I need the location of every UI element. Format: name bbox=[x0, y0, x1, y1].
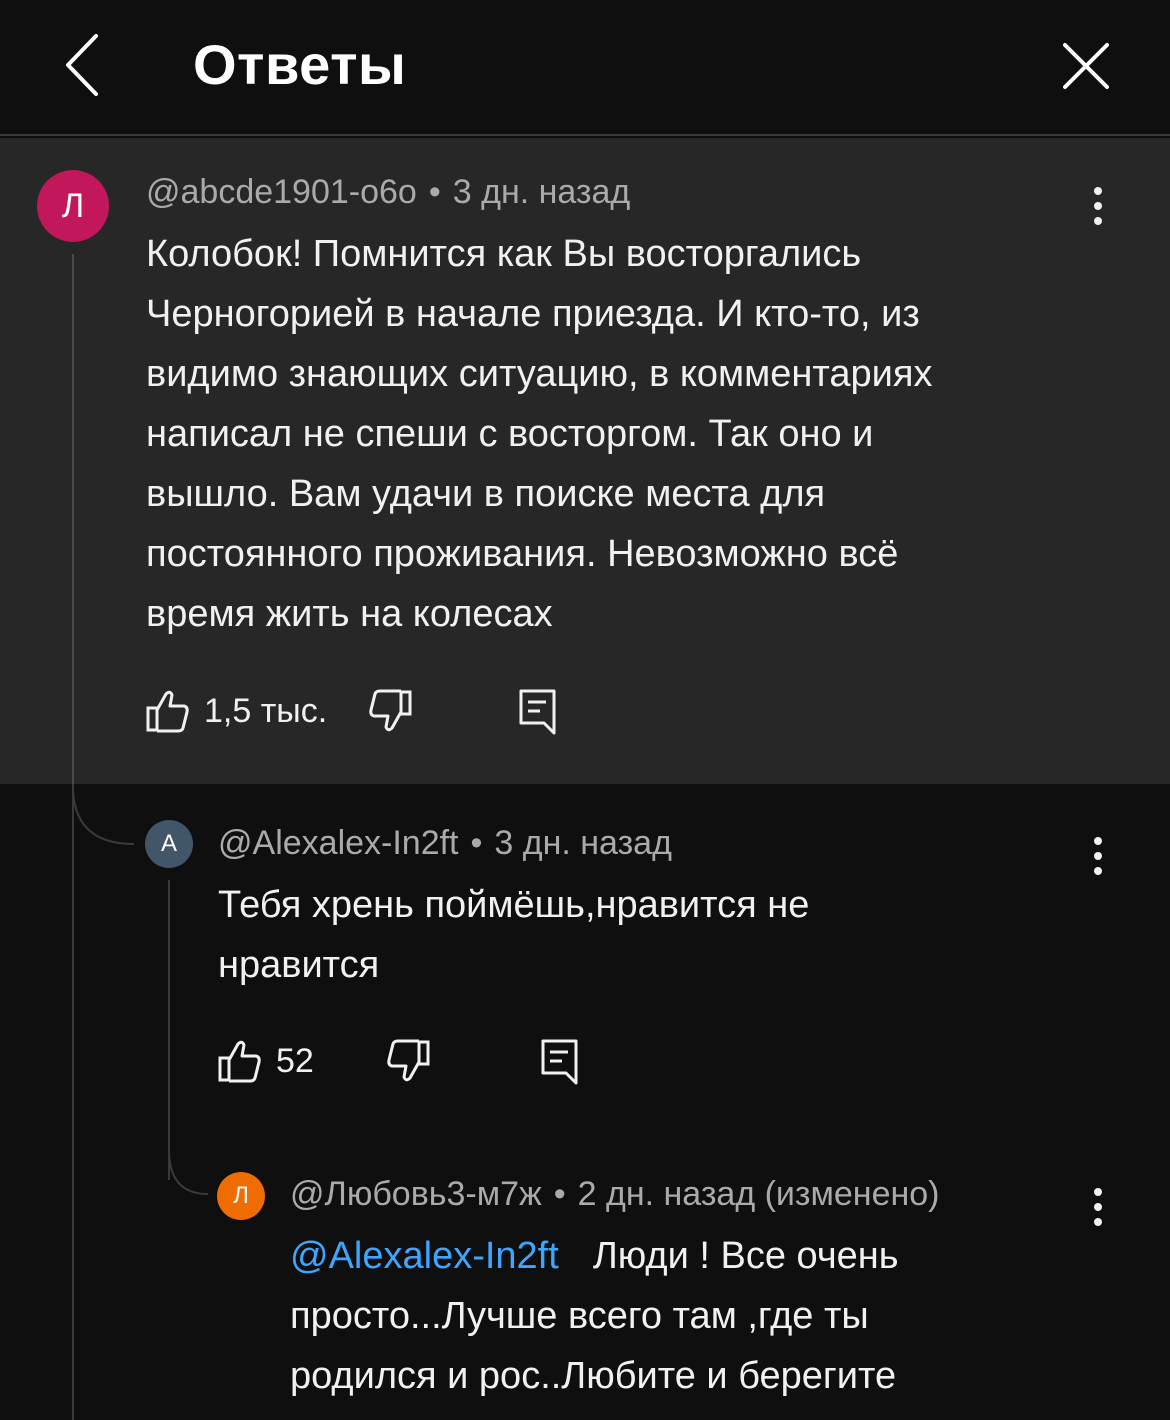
text-line: нравится bbox=[218, 944, 380, 986]
like-button[interactable] bbox=[146, 688, 190, 739]
text-line: написал не спеши с восторгом. Так оно и bbox=[146, 413, 874, 455]
thread-line bbox=[168, 880, 170, 1180]
separator-dot: • bbox=[553, 1175, 566, 1213]
thread-line bbox=[72, 784, 74, 1420]
comment-meta: @abcde1901-o6o • 3 дн. назад bbox=[146, 173, 630, 212]
reply-button[interactable] bbox=[518, 688, 558, 741]
dislike-button[interactable] bbox=[368, 688, 412, 739]
thread-connector bbox=[168, 1150, 209, 1195]
more-vertical-icon bbox=[1094, 837, 1102, 875]
avatar-letter: A bbox=[160, 830, 177, 857]
text-line: вышло. Вам удачи в поиске места для bbox=[146, 473, 826, 515]
thumbs-up-icon bbox=[146, 690, 189, 733]
close-icon bbox=[1063, 43, 1109, 89]
header-bar: Ответы bbox=[0, 0, 1170, 136]
author-name[interactable]: @Любовь3-м7ж bbox=[290, 1175, 542, 1213]
avatar[interactable]: A bbox=[145, 820, 193, 868]
comment-actions: 52 bbox=[218, 1038, 598, 1088]
timestamp[interactable]: 3 дн. назад bbox=[494, 824, 672, 862]
chevron-left-icon bbox=[66, 34, 98, 96]
like-button[interactable] bbox=[218, 1038, 262, 1089]
reply-comment-icon bbox=[519, 689, 556, 735]
separator-dot: • bbox=[428, 173, 441, 211]
thumbs-down-icon bbox=[369, 689, 412, 732]
close-button[interactable] bbox=[1058, 38, 1114, 94]
comment-text: @Alexalex-In2ft Люди ! Все очень просто..… bbox=[290, 1226, 899, 1406]
text-line: просто...Лучше всего там ,где ты bbox=[290, 1295, 869, 1337]
timestamp[interactable]: 3 дн. назад bbox=[453, 173, 631, 211]
avatar[interactable]: Л bbox=[37, 170, 109, 242]
more-vertical-icon bbox=[1094, 1188, 1102, 1226]
like-count: 52 bbox=[276, 1042, 314, 1080]
text-line: видимо знающих ситуацию, в комментариях bbox=[146, 353, 933, 395]
thumbs-up-icon bbox=[218, 1040, 261, 1083]
like-count: 1,5 тыс. bbox=[204, 692, 328, 730]
comment-meta: @Любовь3-м7ж • 2 дн. назад (изменено) bbox=[290, 1175, 940, 1214]
text-fragment: Люди ! Все очень bbox=[592, 1235, 899, 1277]
more-options-button[interactable] bbox=[1083, 831, 1113, 881]
comment-text: Тебя хрень поймёшь,нравится не нравится bbox=[218, 875, 809, 995]
text-line: Колобок! Помнится как Вы восторгались bbox=[146, 233, 862, 275]
text-line: Тебя хрень поймёшь,нравится не bbox=[218, 884, 810, 926]
dislike-button[interactable] bbox=[386, 1038, 430, 1089]
text-line: постоянного проживания. Невозможно всё bbox=[146, 533, 899, 575]
mention-link[interactable]: @Alexalex-In2ft bbox=[290, 1235, 559, 1277]
avatar-letter: Л bbox=[61, 186, 85, 225]
thumbs-down-icon bbox=[387, 1039, 430, 1082]
replies-screen: Ответы Л @abcde1901-o6o • 3 дн. назад Коло… bbox=[0, 0, 1170, 1420]
thread-line bbox=[72, 254, 74, 786]
text-line: родился и рос..Любите и берегите bbox=[290, 1355, 897, 1397]
timestamp[interactable]: 2 дн. назад (изменено) bbox=[578, 1175, 940, 1213]
comment-actions: 1,5 тыс. bbox=[146, 688, 566, 738]
more-vertical-icon bbox=[1094, 187, 1102, 225]
more-options-button[interactable] bbox=[1083, 1182, 1113, 1232]
comment-text: Колобок! Помнится как Вы восторгались Че… bbox=[146, 224, 932, 644]
text-line: время жить на колесах bbox=[146, 593, 553, 635]
text-line: @Alexalex-In2ft Люди ! Все очень bbox=[290, 1226, 899, 1286]
more-options-button[interactable] bbox=[1083, 181, 1113, 231]
author-name[interactable]: @Alexalex-In2ft bbox=[218, 824, 459, 862]
back-button[interactable] bbox=[58, 30, 108, 100]
page-title: Ответы bbox=[193, 33, 407, 96]
reply-button[interactable] bbox=[540, 1038, 580, 1091]
thread-connector bbox=[72, 786, 135, 845]
avatar-letter: Л bbox=[233, 1182, 249, 1209]
separator-dot: • bbox=[470, 824, 483, 862]
text-line: Черногорией в начале приезда. И кто-то, … bbox=[146, 293, 920, 335]
comment-meta: @Alexalex-In2ft • 3 дн. назад bbox=[218, 824, 672, 863]
avatar[interactable]: Л bbox=[217, 1172, 265, 1220]
author-name[interactable]: @abcde1901-o6o bbox=[146, 173, 417, 211]
reply-comment-icon bbox=[541, 1039, 578, 1085]
